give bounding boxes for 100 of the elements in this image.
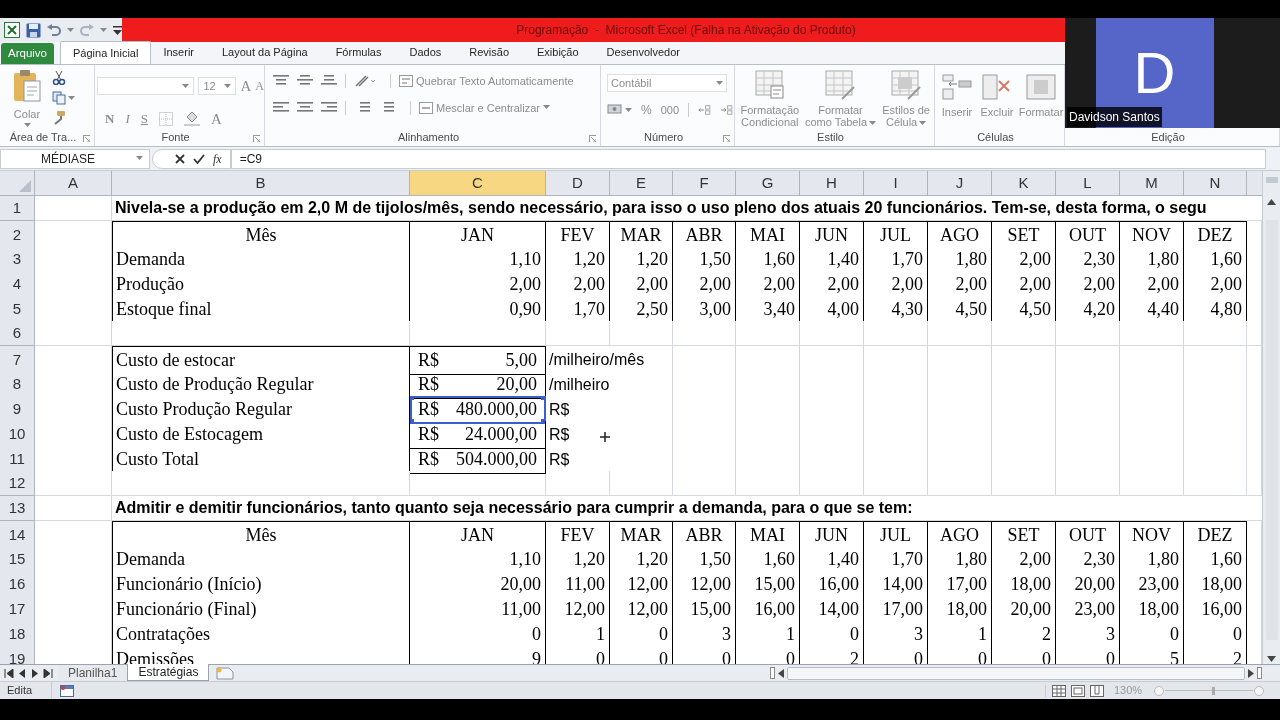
name-box[interactable]: MÉDIASE	[0, 148, 150, 169]
table-style-icon[interactable]	[824, 69, 857, 101]
column-header[interactable]: A	[35, 171, 112, 195]
caret-icon[interactable]	[67, 27, 74, 33]
amount: 5,00	[505, 349, 537, 372]
caret-icon[interactable]	[919, 120, 927, 126]
page-layout-view-icon[interactable]	[1071, 684, 1085, 697]
row-header[interactable]: 18	[0, 621, 35, 649]
column-header[interactable]: N	[1184, 171, 1247, 195]
avatar-initial: D	[1133, 44, 1176, 102]
amount: 24.000,00	[465, 423, 537, 446]
delete-cells-icon[interactable]	[981, 71, 1013, 103]
redo-icon[interactable]	[80, 23, 94, 37]
column-header[interactable]: J	[928, 171, 992, 195]
row-header[interactable]: 6	[0, 321, 35, 346]
row-header[interactable]: 12	[0, 471, 35, 496]
row-header[interactable]: 17	[0, 596, 35, 624]
row-header[interactable]: 4	[0, 271, 35, 299]
ribbon-tab[interactable]: Desenvolvedor	[594, 41, 692, 64]
conditional-format-icon[interactable]	[753, 69, 786, 101]
caret-icon[interactable]	[542, 105, 550, 111]
row-header[interactable]: 15	[0, 546, 35, 574]
insert-function-button[interactable]: fx	[213, 149, 222, 168]
scroll-left-icon[interactable]	[778, 668, 784, 678]
row-header[interactable]: 19	[0, 646, 35, 664]
crosshair-cursor-icon[interactable]	[599, 431, 611, 443]
row-header[interactable]: 9	[0, 396, 35, 424]
caret-icon[interactable]	[136, 156, 143, 161]
caret-icon[interactable]	[224, 83, 232, 89]
sheet-tab[interactable]: Estratégias	[128, 664, 210, 681]
zoom-slider[interactable]	[1165, 686, 1253, 695]
participant-name: Davidson Santos	[1067, 107, 1162, 127]
next-sheet-icon[interactable]	[30, 668, 40, 678]
horizontal-scrollbar[interactable]	[770, 665, 1262, 681]
row-header[interactable]: 1	[0, 196, 35, 221]
row-header[interactable]: 5	[0, 296, 35, 324]
heading-text: Admitir e demitir funcionários, tanto quanto seja necessário para cumprir a demanda, para o que se tem:	[115, 498, 913, 518]
excel-icon[interactable]	[4, 22, 20, 38]
row-header[interactable]: 8	[0, 371, 35, 399]
caret-icon[interactable]	[869, 120, 877, 126]
enter-icon[interactable]	[193, 153, 205, 164]
insert-cells-icon[interactable]	[941, 71, 973, 103]
amount: 20,00	[496, 373, 537, 396]
cancel-icon[interactable]	[175, 153, 185, 164]
row-header[interactable]: 11	[0, 446, 35, 474]
clipboard-icon[interactable]	[12, 69, 42, 103]
previous-sheet-icon[interactable]	[17, 668, 27, 678]
cell-styles-icon[interactable]	[890, 69, 923, 101]
column-header[interactable]: K	[992, 171, 1056, 195]
note-text: /milheiro/mês	[549, 350, 645, 370]
caret-icon[interactable]	[23, 122, 31, 128]
column-header[interactable]: C	[410, 171, 546, 195]
split-handle[interactable]	[1257, 667, 1262, 679]
column-header[interactable]: H	[800, 171, 864, 195]
merge-cells-icon[interactable]	[419, 101, 433, 114]
split-handle[interactable]	[1265, 177, 1278, 183]
column-header[interactable]: I	[864, 171, 928, 195]
row-header[interactable]: 16	[0, 571, 35, 599]
wrap-text-icon[interactable]	[399, 75, 413, 88]
caret-icon[interactable]	[100, 27, 107, 33]
group-label: Estilo	[817, 130, 844, 146]
caret-icon[interactable]	[182, 83, 190, 89]
customize-toolbar-icon[interactable]	[113, 25, 122, 35]
group-label: Edição	[1151, 130, 1185, 146]
currency-symbol: R$	[418, 398, 439, 421]
page-break-view-icon[interactable]	[1090, 684, 1104, 697]
column-header[interactable]: L	[1056, 171, 1120, 195]
row-header[interactable]: 13	[0, 496, 35, 521]
format-cells-icon[interactable]	[1025, 71, 1057, 103]
split-handle[interactable]	[770, 667, 775, 679]
ribbon-tab[interactable]: Exibição	[525, 41, 591, 64]
ribbon-tab[interactable]: Página Inicial	[60, 41, 152, 64]
slider-thumb[interactable]	[1212, 686, 1216, 695]
undo-icon[interactable]	[47, 23, 61, 37]
scroll-right-icon[interactable]	[1248, 668, 1254, 678]
column-header[interactable]: E	[610, 171, 673, 195]
group-label: Número	[643, 130, 684, 146]
column-header[interactable]: M	[1120, 171, 1184, 195]
ribbon-tab[interactable]: Dados	[397, 41, 454, 64]
ribbon-tab[interactable]: Inserir	[151, 41, 206, 64]
currency-symbol: R$	[418, 373, 439, 396]
column-header[interactable]: F	[673, 171, 736, 195]
vertical-scrollbar[interactable]	[1262, 171, 1280, 664]
last-sheet-icon[interactable]	[43, 668, 53, 678]
scroll-up-icon[interactable]	[1267, 198, 1276, 205]
ribbon-tab[interactable]: Fórmulas	[323, 41, 394, 64]
first-sheet-icon[interactable]	[4, 668, 14, 678]
scroll-down-icon[interactable]	[1267, 655, 1276, 662]
row-header[interactable]: 3	[0, 246, 35, 274]
column-header[interactable]: D	[546, 171, 610, 195]
normal-view-icon[interactable]	[1052, 684, 1066, 697]
column-header[interactable]: G	[736, 171, 800, 195]
file-tab[interactable]: Arquivo	[1, 43, 54, 64]
record-macro-icon[interactable]	[60, 684, 74, 697]
formula-field[interactable]: =C9	[230, 148, 1266, 169]
caret-icon[interactable]	[716, 80, 723, 86]
ribbon-tab[interactable]: Layout da Página	[210, 41, 320, 64]
ribbon-tab[interactable]: Revisão	[457, 41, 522, 64]
save-icon[interactable]	[26, 22, 41, 38]
row-header[interactable]: 10	[0, 421, 35, 449]
